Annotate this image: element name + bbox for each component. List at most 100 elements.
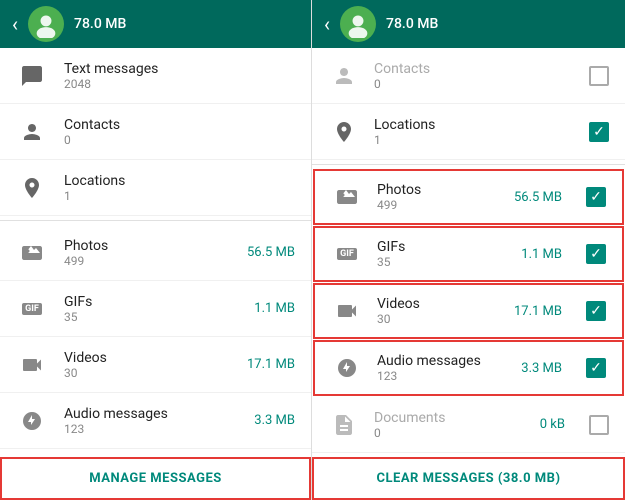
- gifs-count: 35: [64, 310, 238, 324]
- locations-title: Locations: [64, 173, 295, 189]
- right-videos-size: 17.1 MB: [514, 304, 562, 319]
- audio-icon: [16, 405, 48, 437]
- left-header-size: 78.0 MB: [74, 16, 299, 32]
- photos-checkbox-checked: ✓: [586, 187, 606, 207]
- right-audio-title: Audio messages: [377, 353, 507, 369]
- right-locations-title: Locations: [374, 117, 575, 133]
- contacts-info: Contacts 0: [64, 117, 295, 147]
- right-contacts-icon: [328, 60, 360, 92]
- right-photos-title: Photos: [377, 182, 500, 198]
- photos-size: 56.5 MB: [247, 245, 295, 260]
- right-contacts-title: Contacts: [374, 61, 575, 77]
- contacts-icon: [16, 116, 48, 148]
- left-footer: MANAGE MESSAGES: [0, 457, 311, 500]
- videos-info: Videos 30: [64, 350, 231, 380]
- locations-count: 1: [64, 189, 295, 203]
- right-audio-size: 3.3 MB: [521, 361, 562, 376]
- documents-checkbox[interactable]: [589, 415, 609, 435]
- right-videos-icon: [331, 295, 363, 327]
- right-locations-icon: [328, 116, 360, 148]
- locations-info: Locations 1: [64, 173, 295, 203]
- right-photos-icon: [331, 181, 363, 213]
- photos-info: Photos 499: [64, 238, 231, 268]
- right-header: ‹ 78.0 MB: [312, 0, 625, 48]
- right-photos-count: 499: [377, 198, 500, 212]
- right-gifs-count: 35: [377, 255, 507, 269]
- right-gifs-title: GIFs: [377, 239, 507, 255]
- photos-checkbox[interactable]: ✓: [586, 187, 606, 207]
- gifs-icon: GIF: [16, 293, 48, 325]
- locations-checkbox[interactable]: ✓: [589, 122, 609, 142]
- left-panel: ‹ 78.0 MB Text messages 2048: [0, 0, 312, 500]
- list-item[interactable]: Videos 30 17.1 MB ✓: [313, 283, 624, 339]
- list-item[interactable]: Audio messages 123 3.3 MB: [0, 393, 311, 449]
- audio-size: 3.3 MB: [254, 413, 295, 428]
- audio-checkbox[interactable]: ✓: [586, 358, 606, 378]
- contacts-count: 0: [64, 133, 295, 147]
- right-audio-icon: [331, 352, 363, 384]
- right-videos-info: Videos 30: [377, 296, 500, 326]
- list-item[interactable]: Photos 499 56.5 MB ✓: [313, 169, 624, 225]
- contacts-checkbox-unchecked: [589, 66, 609, 86]
- videos-checkbox[interactable]: ✓: [586, 301, 606, 321]
- right-locations-count: 1: [374, 133, 575, 147]
- right-divider: [312, 164, 625, 165]
- list-item[interactable]: GIF GIFs 35 1.1 MB ✓: [313, 226, 624, 282]
- right-contacts-info: Contacts 0: [374, 61, 575, 91]
- text-messages-count: 2048: [64, 77, 295, 91]
- right-footer: CLEAR MESSAGES (38.0 MB): [312, 457, 625, 500]
- videos-size: 17.1 MB: [247, 357, 295, 372]
- gifs-info: GIFs 35: [64, 294, 238, 324]
- text-messages-info: Text messages 2048: [64, 61, 295, 91]
- videos-title: Videos: [64, 350, 231, 366]
- audio-info: Audio messages 123: [64, 406, 238, 436]
- text-messages-title: Text messages: [64, 61, 295, 77]
- clear-messages-button[interactable]: CLEAR MESSAGES (38.0 MB): [376, 471, 560, 486]
- text-messages-icon: [16, 60, 48, 92]
- list-item[interactable]: Audio messages 123 3.3 MB ✓: [313, 340, 624, 396]
- gifs-size: 1.1 MB: [254, 301, 295, 316]
- videos-checkbox-checked: ✓: [586, 301, 606, 321]
- right-gifs-info: GIFs 35: [377, 239, 507, 269]
- right-documents-size: 0 kB: [540, 417, 565, 432]
- right-scroll-area[interactable]: Contacts 0 Locations 1 ✓: [312, 48, 625, 457]
- list-item[interactable]: Photos 499 56.5 MB: [0, 225, 311, 281]
- list-item[interactable]: Videos 30 17.1 MB: [0, 337, 311, 393]
- list-item[interactable]: Locations 1 ✓: [312, 104, 625, 160]
- gifs-checkbox[interactable]: ✓: [586, 244, 606, 264]
- list-item[interactable]: Contacts 0: [312, 48, 625, 104]
- contacts-title: Contacts: [64, 117, 295, 133]
- photos-icon: [16, 237, 48, 269]
- audio-count: 123: [64, 422, 238, 436]
- back-icon-right[interactable]: ‹: [324, 12, 330, 36]
- list-item[interactable]: Contacts 0: [0, 104, 311, 160]
- right-videos-title: Videos: [377, 296, 500, 312]
- right-panel: ‹ 78.0 MB Contacts 0: [312, 0, 625, 500]
- right-gifs-size: 1.1 MB: [521, 247, 562, 262]
- list-item[interactable]: Documents: [0, 449, 311, 457]
- manage-messages-button[interactable]: MANAGE MESSAGES: [89, 471, 222, 486]
- gifs-checkbox-checked: ✓: [586, 244, 606, 264]
- list-item[interactable]: GIF GIFs 35 1.1 MB: [0, 281, 311, 337]
- audio-title: Audio messages: [64, 406, 238, 422]
- list-item[interactable]: Locations 1: [0, 160, 311, 216]
- photos-title: Photos: [64, 238, 231, 254]
- back-icon-left[interactable]: ‹: [12, 12, 18, 36]
- list-item[interactable]: Documents 0 0 kB: [312, 397, 625, 453]
- locations-icon: [16, 172, 48, 204]
- right-videos-count: 30: [377, 312, 500, 326]
- avatar-right: [340, 6, 376, 42]
- right-header-size: 78.0 MB: [386, 16, 613, 32]
- left-scroll-area[interactable]: Text messages 2048 Contacts 0 Locations …: [0, 48, 311, 457]
- divider: [0, 220, 311, 221]
- list-item[interactable]: Text messages 2048: [0, 48, 311, 104]
- documents-checkbox-unchecked: [589, 415, 609, 435]
- right-audio-info: Audio messages 123: [377, 353, 507, 383]
- audio-checkbox-checked: ✓: [586, 358, 606, 378]
- contacts-checkbox[interactable]: [589, 66, 609, 86]
- locations-checkbox-checked: ✓: [589, 122, 609, 142]
- right-documents-icon: [328, 409, 360, 441]
- gifs-title: GIFs: [64, 294, 238, 310]
- videos-count: 30: [64, 366, 231, 380]
- right-audio-count: 123: [377, 369, 507, 383]
